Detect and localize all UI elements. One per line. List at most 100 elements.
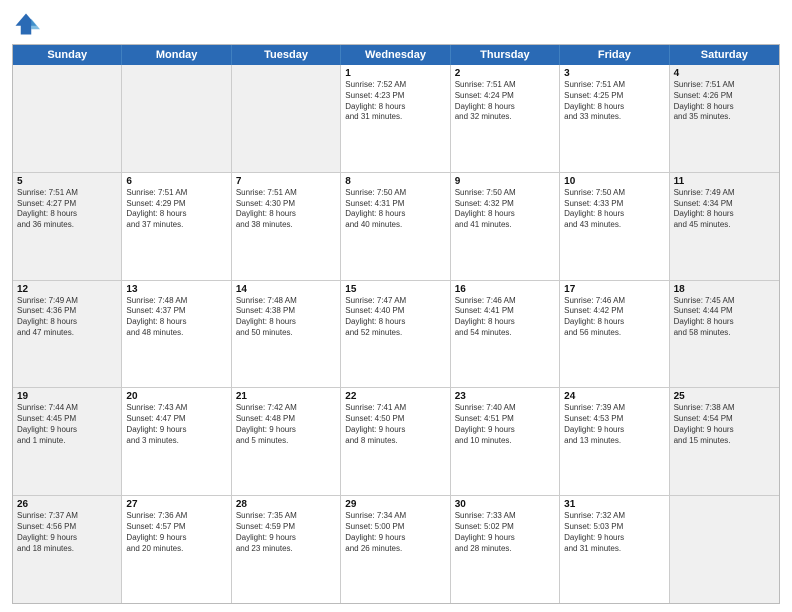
day-cell-6: 6Sunrise: 7:51 AM Sunset: 4:29 PM Daylig… (122, 173, 231, 280)
week-row-5: 26Sunrise: 7:37 AM Sunset: 4:56 PM Dayli… (13, 496, 779, 603)
day-number: 28 (236, 499, 336, 510)
header (12, 10, 780, 38)
day-info: Sunrise: 7:50 AM Sunset: 4:31 PM Dayligh… (345, 188, 445, 231)
day-info: Sunrise: 7:48 AM Sunset: 4:38 PM Dayligh… (236, 296, 336, 339)
day-cell-24: 24Sunrise: 7:39 AM Sunset: 4:53 PM Dayli… (560, 388, 669, 495)
day-info: Sunrise: 7:50 AM Sunset: 4:32 PM Dayligh… (455, 188, 555, 231)
week-row-4: 19Sunrise: 7:44 AM Sunset: 4:45 PM Dayli… (13, 388, 779, 496)
day-cell-21: 21Sunrise: 7:42 AM Sunset: 4:48 PM Dayli… (232, 388, 341, 495)
page: SundayMondayTuesdayWednesdayThursdayFrid… (0, 0, 792, 612)
header-day-wednesday: Wednesday (341, 45, 450, 65)
day-number: 22 (345, 391, 445, 402)
day-cell-3: 3Sunrise: 7:51 AM Sunset: 4:25 PM Daylig… (560, 65, 669, 172)
day-info: Sunrise: 7:51 AM Sunset: 4:27 PM Dayligh… (17, 188, 117, 231)
day-info: Sunrise: 7:35 AM Sunset: 4:59 PM Dayligh… (236, 511, 336, 554)
day-number: 25 (674, 391, 775, 402)
day-info: Sunrise: 7:36 AM Sunset: 4:57 PM Dayligh… (126, 511, 226, 554)
day-cell-19: 19Sunrise: 7:44 AM Sunset: 4:45 PM Dayli… (13, 388, 122, 495)
day-cell-5: 5Sunrise: 7:51 AM Sunset: 4:27 PM Daylig… (13, 173, 122, 280)
day-number: 11 (674, 176, 775, 187)
day-cell-12: 12Sunrise: 7:49 AM Sunset: 4:36 PM Dayli… (13, 281, 122, 388)
empty-cell-4-6 (670, 496, 779, 603)
day-number: 17 (564, 284, 664, 295)
day-number: 26 (17, 499, 117, 510)
day-info: Sunrise: 7:42 AM Sunset: 4:48 PM Dayligh… (236, 403, 336, 446)
empty-cell-0-2 (232, 65, 341, 172)
day-info: Sunrise: 7:51 AM Sunset: 4:29 PM Dayligh… (126, 188, 226, 231)
day-cell-2: 2Sunrise: 7:51 AM Sunset: 4:24 PM Daylig… (451, 65, 560, 172)
day-cell-30: 30Sunrise: 7:33 AM Sunset: 5:02 PM Dayli… (451, 496, 560, 603)
day-cell-4: 4Sunrise: 7:51 AM Sunset: 4:26 PM Daylig… (670, 65, 779, 172)
day-number: 23 (455, 391, 555, 402)
day-info: Sunrise: 7:46 AM Sunset: 4:42 PM Dayligh… (564, 296, 664, 339)
day-number: 9 (455, 176, 555, 187)
day-cell-14: 14Sunrise: 7:48 AM Sunset: 4:38 PM Dayli… (232, 281, 341, 388)
day-cell-25: 25Sunrise: 7:38 AM Sunset: 4:54 PM Dayli… (670, 388, 779, 495)
day-info: Sunrise: 7:51 AM Sunset: 4:26 PM Dayligh… (674, 80, 775, 123)
logo (12, 10, 44, 38)
day-number: 20 (126, 391, 226, 402)
day-cell-18: 18Sunrise: 7:45 AM Sunset: 4:44 PM Dayli… (670, 281, 779, 388)
day-cell-20: 20Sunrise: 7:43 AM Sunset: 4:47 PM Dayli… (122, 388, 231, 495)
empty-cell-0-1 (122, 65, 231, 172)
day-number: 5 (17, 176, 117, 187)
day-cell-22: 22Sunrise: 7:41 AM Sunset: 4:50 PM Dayli… (341, 388, 450, 495)
empty-cell-0-0 (13, 65, 122, 172)
day-info: Sunrise: 7:49 AM Sunset: 4:36 PM Dayligh… (17, 296, 117, 339)
day-cell-17: 17Sunrise: 7:46 AM Sunset: 4:42 PM Dayli… (560, 281, 669, 388)
day-info: Sunrise: 7:48 AM Sunset: 4:37 PM Dayligh… (126, 296, 226, 339)
day-number: 6 (126, 176, 226, 187)
week-row-3: 12Sunrise: 7:49 AM Sunset: 4:36 PM Dayli… (13, 281, 779, 389)
day-info: Sunrise: 7:49 AM Sunset: 4:34 PM Dayligh… (674, 188, 775, 231)
day-cell-10: 10Sunrise: 7:50 AM Sunset: 4:33 PM Dayli… (560, 173, 669, 280)
day-cell-1: 1Sunrise: 7:52 AM Sunset: 4:23 PM Daylig… (341, 65, 450, 172)
day-cell-27: 27Sunrise: 7:36 AM Sunset: 4:57 PM Dayli… (122, 496, 231, 603)
day-cell-29: 29Sunrise: 7:34 AM Sunset: 5:00 PM Dayli… (341, 496, 450, 603)
day-info: Sunrise: 7:37 AM Sunset: 4:56 PM Dayligh… (17, 511, 117, 554)
day-info: Sunrise: 7:51 AM Sunset: 4:30 PM Dayligh… (236, 188, 336, 231)
week-row-2: 5Sunrise: 7:51 AM Sunset: 4:27 PM Daylig… (13, 173, 779, 281)
header-day-monday: Monday (122, 45, 231, 65)
day-number: 15 (345, 284, 445, 295)
day-number: 8 (345, 176, 445, 187)
day-info: Sunrise: 7:38 AM Sunset: 4:54 PM Dayligh… (674, 403, 775, 446)
day-info: Sunrise: 7:51 AM Sunset: 4:24 PM Dayligh… (455, 80, 555, 123)
day-cell-13: 13Sunrise: 7:48 AM Sunset: 4:37 PM Dayli… (122, 281, 231, 388)
day-number: 4 (674, 68, 775, 79)
day-cell-31: 31Sunrise: 7:32 AM Sunset: 5:03 PM Dayli… (560, 496, 669, 603)
day-info: Sunrise: 7:39 AM Sunset: 4:53 PM Dayligh… (564, 403, 664, 446)
day-cell-11: 11Sunrise: 7:49 AM Sunset: 4:34 PM Dayli… (670, 173, 779, 280)
day-cell-16: 16Sunrise: 7:46 AM Sunset: 4:41 PM Dayli… (451, 281, 560, 388)
logo-icon (12, 10, 40, 38)
day-number: 7 (236, 176, 336, 187)
day-number: 13 (126, 284, 226, 295)
day-number: 21 (236, 391, 336, 402)
day-number: 30 (455, 499, 555, 510)
week-row-1: 1Sunrise: 7:52 AM Sunset: 4:23 PM Daylig… (13, 65, 779, 173)
day-number: 10 (564, 176, 664, 187)
day-info: Sunrise: 7:50 AM Sunset: 4:33 PM Dayligh… (564, 188, 664, 231)
day-info: Sunrise: 7:33 AM Sunset: 5:02 PM Dayligh… (455, 511, 555, 554)
day-cell-15: 15Sunrise: 7:47 AM Sunset: 4:40 PM Dayli… (341, 281, 450, 388)
header-day-friday: Friday (560, 45, 669, 65)
day-number: 31 (564, 499, 664, 510)
day-info: Sunrise: 7:51 AM Sunset: 4:25 PM Dayligh… (564, 80, 664, 123)
day-info: Sunrise: 7:44 AM Sunset: 4:45 PM Dayligh… (17, 403, 117, 446)
header-day-thursday: Thursday (451, 45, 560, 65)
day-cell-26: 26Sunrise: 7:37 AM Sunset: 4:56 PM Dayli… (13, 496, 122, 603)
day-number: 3 (564, 68, 664, 79)
day-cell-28: 28Sunrise: 7:35 AM Sunset: 4:59 PM Dayli… (232, 496, 341, 603)
day-info: Sunrise: 7:41 AM Sunset: 4:50 PM Dayligh… (345, 403, 445, 446)
day-info: Sunrise: 7:45 AM Sunset: 4:44 PM Dayligh… (674, 296, 775, 339)
calendar: SundayMondayTuesdayWednesdayThursdayFrid… (12, 44, 780, 604)
day-number: 27 (126, 499, 226, 510)
day-info: Sunrise: 7:46 AM Sunset: 4:41 PM Dayligh… (455, 296, 555, 339)
day-number: 18 (674, 284, 775, 295)
day-info: Sunrise: 7:43 AM Sunset: 4:47 PM Dayligh… (126, 403, 226, 446)
day-info: Sunrise: 7:32 AM Sunset: 5:03 PM Dayligh… (564, 511, 664, 554)
calendar-body: 1Sunrise: 7:52 AM Sunset: 4:23 PM Daylig… (13, 65, 779, 603)
day-info: Sunrise: 7:47 AM Sunset: 4:40 PM Dayligh… (345, 296, 445, 339)
day-cell-7: 7Sunrise: 7:51 AM Sunset: 4:30 PM Daylig… (232, 173, 341, 280)
day-number: 16 (455, 284, 555, 295)
day-info: Sunrise: 7:40 AM Sunset: 4:51 PM Dayligh… (455, 403, 555, 446)
